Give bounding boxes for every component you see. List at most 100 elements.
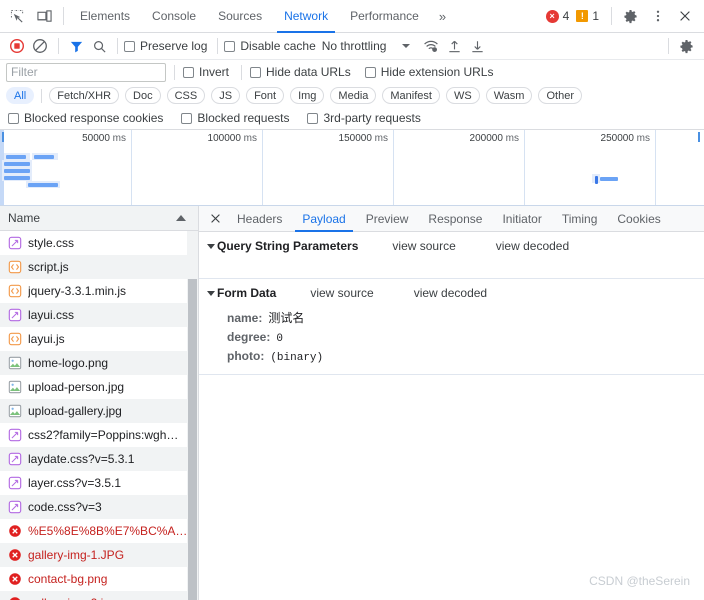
table-row[interactable]: layer.css?v=3.5.1	[0, 471, 198, 495]
third-party-requests-label: 3rd-party requests	[323, 111, 421, 125]
form-view-decoded-link[interactable]: view decoded	[414, 286, 487, 300]
more-tabs-button[interactable]: »	[430, 0, 455, 33]
query-section-title: Query String Parameters	[217, 239, 359, 253]
filter-input[interactable]	[6, 62, 166, 82]
tab-response[interactable]: Response	[418, 206, 492, 232]
type-filter-other[interactable]: Other	[538, 87, 582, 104]
tab-elements[interactable]: Elements	[69, 0, 141, 33]
network-conditions-icon[interactable]	[420, 35, 442, 57]
hide-data-urls-checkbox[interactable]: Hide data URLs	[250, 65, 351, 79]
table-row[interactable]: style.css	[0, 231, 198, 255]
throttling-select[interactable]: No throttling	[322, 39, 411, 53]
pill-label: Doc	[133, 89, 153, 102]
requests-list-scrollbar[interactable]	[187, 231, 198, 600]
disable-cache-checkbox[interactable]: Disable cache	[224, 39, 316, 53]
triangle-down-icon[interactable]	[207, 290, 215, 296]
form-field-photo[interactable]: photo: (binary)	[199, 347, 704, 366]
error-counter[interactable]: × 4	[545, 9, 569, 23]
sort-ascending-icon[interactable]	[176, 215, 186, 221]
type-filter-css[interactable]: CSS	[166, 87, 206, 104]
tab-performance[interactable]: Performance	[339, 0, 430, 33]
table-row[interactable]: %E5%8E%8B%E7%BC%A…	[0, 519, 198, 543]
table-row[interactable]: layui.js	[0, 327, 198, 351]
blocked-requests-checkbox[interactable]: Blocked requests	[181, 111, 289, 125]
type-filter-doc[interactable]: Doc	[125, 87, 161, 104]
type-filter-ws[interactable]: WS	[445, 87, 480, 104]
request-name: jquery-3.3.1.min.js	[28, 284, 127, 298]
table-row[interactable]: code.css?v=3	[0, 495, 198, 519]
table-row[interactable]: gallery-img-1.JPG	[0, 543, 198, 567]
type-filter-img[interactable]: Img	[290, 87, 325, 104]
form-field-name[interactable]: name: 测试名	[199, 307, 704, 328]
table-row[interactable]: upload-gallery.jpg	[0, 399, 198, 423]
search-icon[interactable]	[88, 35, 110, 57]
close-detail-icon[interactable]	[203, 206, 227, 232]
request-name: code.css?v=3	[28, 500, 102, 514]
gear-icon[interactable]	[617, 3, 644, 30]
more-options-icon[interactable]	[644, 3, 671, 30]
request-name: upload-person.jpg	[28, 380, 125, 394]
record-button[interactable]	[6, 35, 28, 57]
third-party-requests-checkbox[interactable]: 3rd-party requests	[307, 111, 421, 125]
tab-sources[interactable]: Sources	[207, 0, 273, 33]
timeline-tick-150000: 150000 ms	[339, 133, 388, 144]
type-filter-media[interactable]: Media	[330, 87, 377, 104]
query-section-header[interactable]: Query String Parameters view source view…	[199, 232, 704, 260]
form-view-source-link[interactable]: view source	[310, 286, 373, 300]
type-filter-all[interactable]: All	[6, 87, 35, 104]
pill-label: Img	[298, 89, 317, 102]
table-row[interactable]: laydate.css?v=5.3.1	[0, 447, 198, 471]
preserve-log-checkbox[interactable]: Preserve log	[124, 39, 207, 53]
network-overview-timeline[interactable]: 50000 ms 100000 ms 150000 ms 200000 ms 2…	[0, 130, 704, 206]
export-har-icon[interactable]	[466, 35, 488, 57]
tab-preview[interactable]: Preview	[356, 206, 419, 232]
form-field-degree[interactable]: degree: 0	[199, 328, 704, 347]
tab-console[interactable]: Console	[141, 0, 207, 33]
table-row[interactable]: script.js	[0, 255, 198, 279]
triangle-down-icon[interactable]	[207, 243, 215, 249]
blocked-response-cookies-checkbox[interactable]: Blocked response cookies	[8, 111, 163, 125]
warning-counter[interactable]: ! 1	[576, 9, 599, 23]
type-filter-manifest[interactable]: Manifest	[382, 87, 440, 104]
table-row[interactable]: home-logo.png	[0, 351, 198, 375]
css-file-icon	[8, 308, 22, 322]
query-view-source-link[interactable]: view source	[392, 239, 455, 253]
tab-label: Sources	[218, 9, 263, 23]
type-filter-wasm[interactable]: Wasm	[485, 87, 533, 104]
table-row[interactable]: jquery-3.3.1.min.js	[0, 279, 198, 303]
import-har-icon[interactable]	[443, 35, 465, 57]
table-row[interactable]: css2?family=Poppins:wgh…	[0, 423, 198, 447]
tab-headers[interactable]: Headers	[227, 206, 292, 232]
table-row[interactable]: contact-bg.png	[0, 567, 198, 591]
checkbox-box	[224, 40, 236, 52]
type-filter-js[interactable]: JS	[211, 87, 241, 104]
timeline-tick-200000: 200000 ms	[470, 133, 519, 144]
tab-timing[interactable]: Timing	[552, 206, 608, 232]
pill-label: Wasm	[493, 89, 525, 102]
js-file-icon	[8, 284, 22, 298]
device-toolbar-icon[interactable]	[31, 3, 58, 30]
table-row[interactable]: gallery-img-2.jpg	[0, 591, 198, 600]
tab-payload[interactable]: Payload	[292, 206, 355, 232]
table-row[interactable]: layui.css	[0, 303, 198, 327]
hide-extension-urls-checkbox[interactable]: Hide extension URLs	[364, 65, 493, 79]
request-name: script.js	[28, 260, 69, 274]
clear-button[interactable]	[29, 35, 51, 57]
table-row[interactable]: upload-person.jpg	[0, 375, 198, 399]
invert-checkbox[interactable]: Invert	[183, 65, 229, 79]
scrollbar-thumb[interactable]	[188, 279, 197, 600]
inspect-element-icon[interactable]	[4, 3, 31, 30]
tab-cookies[interactable]: Cookies	[607, 206, 670, 232]
css-file-icon	[8, 452, 22, 466]
form-section-header[interactable]: Form Data view source view decoded	[199, 279, 704, 307]
field-key: degree:	[227, 330, 271, 344]
type-filter-fetch-xhr[interactable]: Fetch/XHR	[49, 87, 120, 104]
close-icon[interactable]	[671, 3, 698, 30]
query-view-decoded-link[interactable]: view decoded	[496, 239, 569, 253]
filter-icon[interactable]	[65, 35, 87, 57]
tab-network[interactable]: Network	[273, 0, 339, 33]
tab-initiator[interactable]: Initiator	[492, 206, 551, 232]
network-settings-gear-icon[interactable]	[675, 35, 697, 57]
type-filter-font[interactable]: Font	[246, 87, 285, 104]
requests-column-header[interactable]: Name	[0, 206, 198, 231]
